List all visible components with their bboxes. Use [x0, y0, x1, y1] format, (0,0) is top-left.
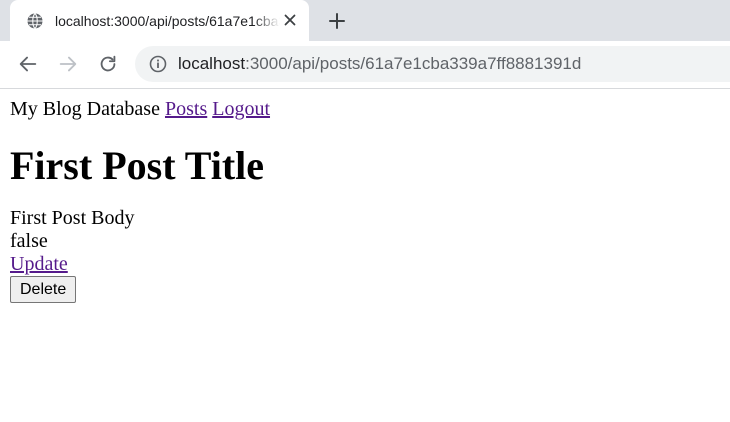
browser-tab-active[interactable]: localhost:3000/api/posts/61a7e1cba339a7f…	[10, 0, 309, 41]
post-body: First Post Body	[10, 207, 135, 229]
site-navbar: My Blog Database Posts Logout	[10, 97, 720, 121]
delete-button[interactable]: Delete	[10, 276, 77, 303]
arrow-right-icon[interactable]	[57, 53, 79, 75]
update-link[interactable]: Update	[10, 253, 68, 275]
logout-link[interactable]: Logout	[212, 98, 270, 120]
posts-link[interactable]: Posts	[165, 98, 207, 120]
url-path: :3000/api/posts/61a7e1cba339a7ff8881391d	[245, 54, 582, 73]
site-brand: My Blog Database	[10, 98, 160, 120]
post-title: First Post Title	[10, 143, 265, 188]
info-icon[interactable]	[149, 55, 167, 73]
page-content: My Blog Database Posts Logout First Post…	[10, 89, 720, 303]
reload-icon[interactable]	[97, 53, 119, 75]
close-icon[interactable]	[282, 12, 298, 28]
post-status: false	[10, 230, 48, 252]
address-url[interactable]: localhost:3000/api/posts/61a7e1cba339a7f…	[178, 54, 581, 74]
address-bar[interactable]: localhost:3000/api/posts/61a7e1cba339a7f…	[135, 46, 730, 82]
url-host: localhost	[178, 54, 246, 73]
tab-title: localhost:3000/api/posts/61a7e1cba339a7f…	[55, 13, 280, 29]
globe-icon	[27, 13, 43, 29]
plus-icon[interactable]	[327, 11, 347, 31]
arrow-left-icon[interactable]	[17, 53, 39, 75]
browser-toolbar: localhost:3000/api/posts/61a7e1cba339a7f…	[0, 41, 730, 89]
browser-tabstrip: localhost:3000/api/posts/61a7e1cba339a7f…	[0, 0, 730, 41]
